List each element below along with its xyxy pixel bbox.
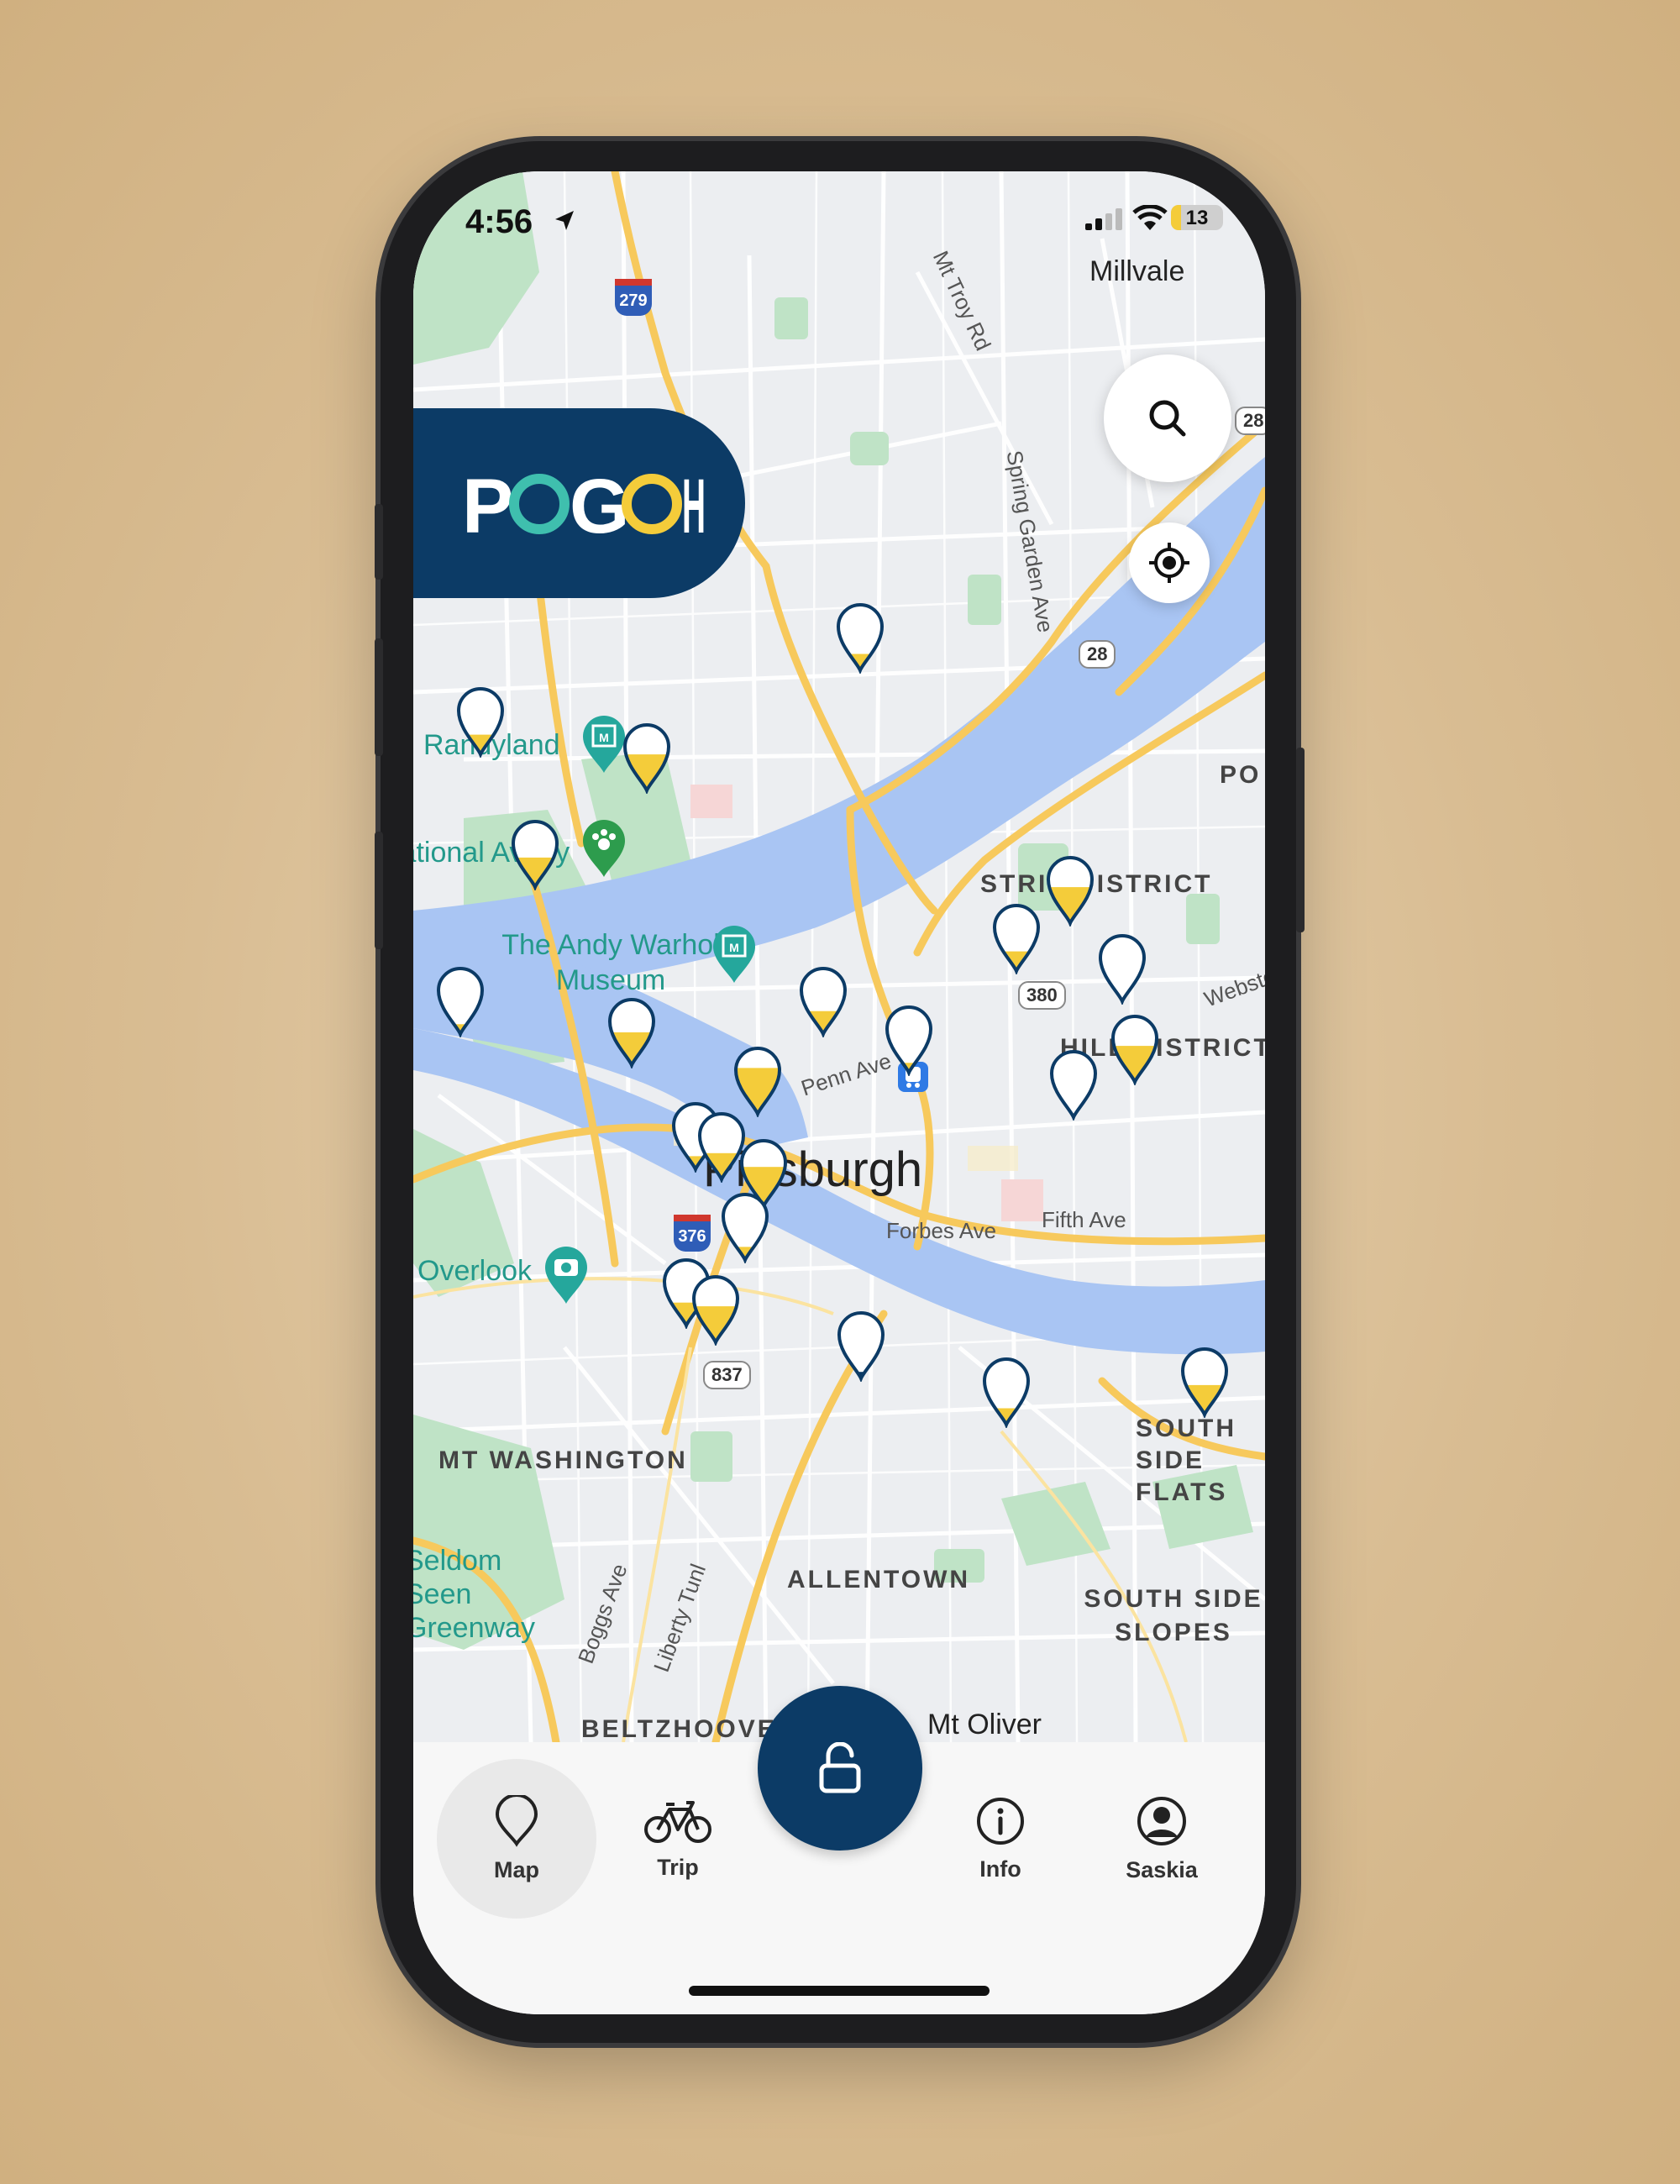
bike-station-pin[interactable]	[606, 996, 657, 1068]
svg-text:P: P	[462, 465, 513, 541]
map-pin-icon	[495, 1794, 538, 1847]
svg-text:M: M	[729, 941, 739, 954]
locate-icon	[1149, 543, 1189, 583]
museum-poi-icon[interactable]: M	[581, 714, 627, 774]
nav-label: Trip	[657, 1854, 699, 1880]
nav-tab-map[interactable]: Map	[437, 1759, 596, 1919]
pogoh-logo-badge: P G H	[413, 408, 745, 598]
interstate-shield: 279	[615, 279, 652, 316]
map-label-town: Mt Oliver	[927, 1709, 1042, 1740]
bike-station-pin[interactable]	[981, 1356, 1032, 1428]
profile-icon	[1137, 1796, 1186, 1845]
battery-indicator: 13	[1171, 205, 1223, 230]
map-label-street: Forbes Ave	[886, 1218, 997, 1243]
bike-icon	[644, 1800, 711, 1843]
svg-text:M: M	[599, 731, 609, 744]
map-label-street: Fifth Ave	[1042, 1207, 1126, 1232]
bike-station-pin[interactable]	[622, 722, 672, 794]
zoo-poi-icon[interactable]	[581, 818, 627, 879]
nav-tab-info[interactable]: Info	[921, 1759, 1080, 1919]
cellular-signal-icon	[1085, 208, 1122, 230]
bike-station-pin[interactable]	[720, 1191, 770, 1263]
nav-label: Info	[979, 1856, 1021, 1882]
map-label-district: SOUTH SIDE FLATS	[1136, 1415, 1236, 1506]
unlock-bike-button[interactable]	[758, 1686, 922, 1851]
route-shield: 380	[1018, 981, 1066, 1010]
route-shield: 28	[1235, 407, 1265, 435]
map-label-district: ALLENTOWN	[787, 1566, 971, 1593]
bike-station-pin[interactable]	[1110, 1013, 1160, 1085]
map-label-poi: Seldom Seen Greenway	[413, 1545, 535, 1644]
bike-station-pin[interactable]	[1045, 854, 1095, 927]
nav-tab-profile[interactable]: Saskia	[1082, 1759, 1242, 1919]
map-label-district: MT WASHINGTON	[438, 1446, 688, 1474]
wifi-icon	[1132, 205, 1168, 230]
bike-station-pin[interactable]	[690, 1273, 741, 1346]
bike-station-pin[interactable]	[1048, 1048, 1099, 1121]
battery-level: 13	[1185, 207, 1209, 229]
museum-poi-icon[interactable]: M	[711, 924, 757, 984]
status-time: 4:56	[465, 203, 533, 240]
bike-station-pin[interactable]	[798, 965, 848, 1037]
camera-poi-icon[interactable]	[543, 1245, 589, 1305]
app-screen: Randyland The Andy Warhol Museum Nationa…	[413, 171, 1265, 2014]
location-arrow-icon	[555, 211, 574, 230]
bike-station-pin[interactable]	[435, 965, 486, 1037]
map-label-poi: Overlook	[417, 1255, 533, 1287]
home-indicator	[689, 1986, 990, 1996]
bike-station-pin[interactable]	[835, 601, 885, 674]
map-label-district: PO	[1220, 761, 1262, 789]
map-label-district: SOUTH SIDE SLOPES	[1084, 1585, 1263, 1646]
bike-station-pin[interactable]	[991, 902, 1042, 974]
phone-side-button	[375, 638, 383, 756]
search-button[interactable]	[1104, 354, 1231, 482]
svg-text:H: H	[682, 465, 706, 541]
route-shield: 837	[703, 1361, 751, 1389]
map-label-poi: The Andy Warhol Museum	[501, 929, 720, 996]
bike-station-pin[interactable]	[836, 1310, 886, 1382]
bike-station-pin[interactable]	[1097, 932, 1147, 1005]
bike-station-pin[interactable]	[732, 1045, 783, 1117]
unlock-icon	[819, 1742, 861, 1793]
bike-station-pin[interactable]	[884, 1004, 934, 1076]
bike-station-pin[interactable]	[455, 685, 506, 758]
interstate-shield: 376	[674, 1215, 711, 1252]
map-label-district: STRIP DISTRICT	[980, 870, 1213, 898]
pogoh-logo: P G H	[462, 465, 706, 541]
locate-me-button[interactable]	[1129, 522, 1210, 603]
search-icon	[1149, 400, 1186, 437]
info-icon	[977, 1797, 1024, 1845]
phone-side-button	[375, 832, 383, 949]
status-bar: 4:56 13	[413, 171, 1265, 255]
bike-station-pin[interactable]	[1179, 1346, 1230, 1418]
svg-text:G: G	[570, 465, 630, 541]
nav-tab-trip[interactable]: Trip	[598, 1759, 758, 1919]
nav-label: Map	[494, 1856, 539, 1882]
phone-side-button	[375, 504, 383, 580]
route-shield: 28	[1079, 640, 1116, 669]
map-label-town: Millvale	[1089, 255, 1185, 287]
bike-station-pin[interactable]	[510, 818, 560, 890]
nav-label: Saskia	[1126, 1856, 1198, 1882]
phone-side-button	[1296, 748, 1305, 932]
